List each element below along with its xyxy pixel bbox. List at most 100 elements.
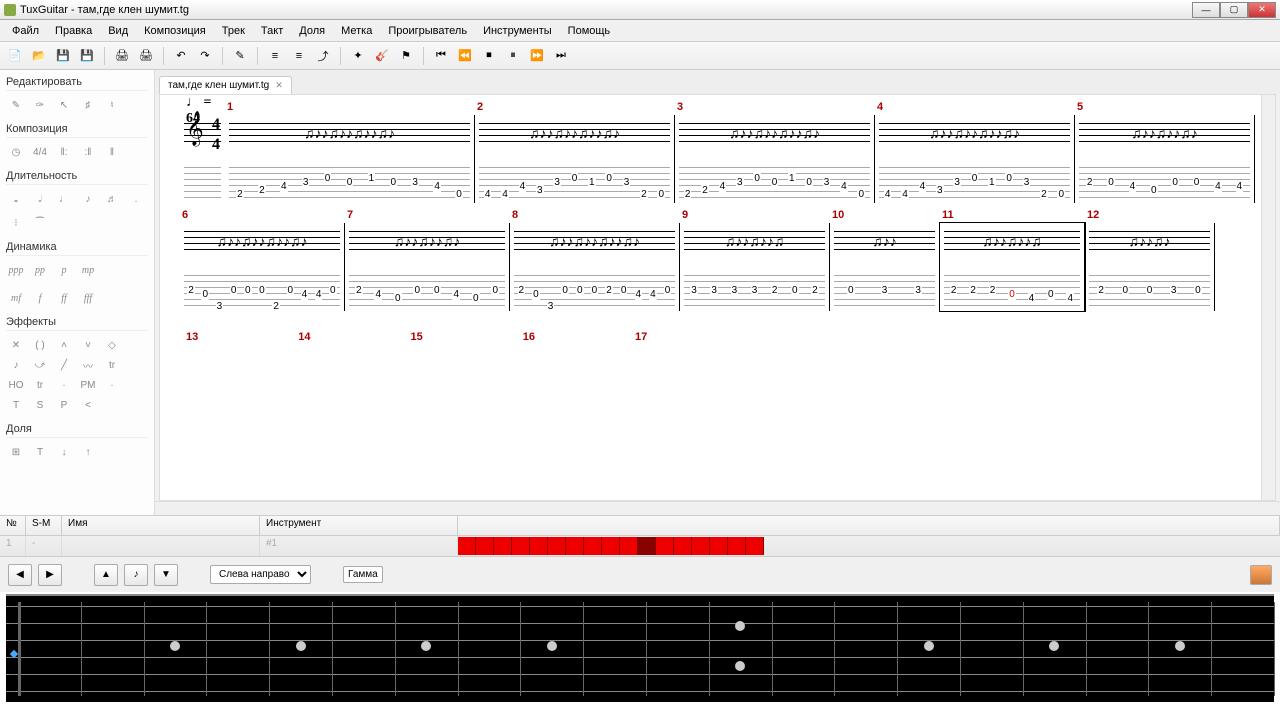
menu-file[interactable]: Файл <box>4 23 47 39</box>
fx-misc[interactable]: · <box>102 375 122 395</box>
player-stop-icon[interactable]: ⏹ <box>478 45 500 67</box>
beat-text-icon[interactable]: T <box>30 442 50 462</box>
th-name[interactable]: Имя <box>62 516 260 535</box>
save-icon[interactable]: 💾 <box>52 45 74 67</box>
progress-cell[interactable] <box>494 537 512 555</box>
player-play-icon[interactable]: ⏩ <box>526 45 548 67</box>
print-preview-icon[interactable]: 🖨 <box>135 45 157 67</box>
menu-tools[interactable]: Инструменты <box>475 23 560 39</box>
measure-3[interactable]: 3♫♪♪♫♪♪♫♪♪♫♪22430010340 <box>675 115 875 203</box>
fx-dead-icon[interactable]: ✕ <box>6 335 26 355</box>
edit-natural-icon[interactable]: ♮ <box>102 95 122 115</box>
progress-cell[interactable] <box>656 537 674 555</box>
fret-next-button[interactable]: ▶ <box>38 564 62 586</box>
dynamic-ppp[interactable]: ppp <box>6 260 26 280</box>
fx-accent-icon[interactable]: ˄ <box>54 335 74 355</box>
horizontal-scrollbar[interactable] <box>155 501 1280 515</box>
comp-repeat-open-icon[interactable]: ‖: <box>54 142 74 162</box>
beat-down-icon[interactable]: ↓ <box>54 442 74 462</box>
progress-cell[interactable] <box>728 537 746 555</box>
voice2-icon[interactable]: ≡ <box>288 45 310 67</box>
comp-repeat-alt-icon[interactable]: ‖ <box>102 142 122 162</box>
player-pause-icon[interactable]: ⏸ <box>502 45 524 67</box>
dynamic-p[interactable]: p <box>54 260 74 280</box>
fx-tr[interactable]: tr <box>30 375 50 395</box>
fx-slide-icon[interactable]: ╱ <box>54 355 74 375</box>
dynamic-mp[interactable]: mp <box>78 260 98 280</box>
dur-half-icon[interactable]: 𝅗𝅥 <box>30 189 50 209</box>
dur-dotted-icon[interactable]: . <box>126 189 146 209</box>
fx-harmonic-icon[interactable]: ◇ <box>102 335 122 355</box>
menu-view[interactable]: Вид <box>100 23 136 39</box>
fretboard[interactable] <box>6 594 1274 702</box>
measure-1[interactable]: 1♫♪♪♫♪♪♫♪♪♫♪22430010340 <box>225 115 475 203</box>
fx-HO[interactable]: HO <box>6 375 26 395</box>
measure-10[interactable]: 10♫♪♪033 <box>830 223 940 311</box>
player-prev-icon[interactable]: ⏪ <box>454 45 476 67</box>
dur-tuplet-icon[interactable]: ⁝ <box>6 213 26 233</box>
fx-S[interactable]: S <box>30 395 50 415</box>
measure-8[interactable]: 8♫♪♪♫♪♪♫♪♪♫♪20300020440 <box>510 223 680 311</box>
fx-vibrato-icon[interactable]: 〰 <box>78 355 98 375</box>
menu-player[interactable]: Проигрыватель <box>380 23 475 39</box>
measure-5[interactable]: 5♫♪♪♫♪♪♫♪20400044 <box>1075 115 1255 203</box>
progress-cell[interactable] <box>530 537 548 555</box>
dur-sixteenth-icon[interactable]: ♬ <box>102 189 122 209</box>
comp-repeat-close-icon[interactable]: :‖ <box>78 142 98 162</box>
edit-icon-1[interactable]: ✎ <box>6 95 26 115</box>
direction-select[interactable]: Слева направо <box>210 565 311 584</box>
fret-prev-button[interactable]: ◀ <box>8 564 32 586</box>
progress-cell[interactable] <box>674 537 692 555</box>
comp-timesig-icon[interactable]: 4/4 <box>30 142 50 162</box>
menu-beat[interactable]: Доля <box>291 23 333 39</box>
measure-12[interactable]: 12♫♪♪♫♪20030 <box>1085 223 1215 311</box>
track-row[interactable]: 1 - #1 <box>0 536 1280 556</box>
tab-close-icon[interactable]: ✕ <box>275 80 283 91</box>
maximize-button[interactable]: ▢ <box>1220 2 1248 18</box>
progress-cell[interactable] <box>566 537 584 555</box>
color-tool-button[interactable] <box>1250 565 1272 585</box>
redo-icon[interactable]: ↷ <box>194 45 216 67</box>
dur-whole-icon[interactable]: 𝅝 <box>6 189 26 209</box>
tool-guitar-icon[interactable]: 🎸 <box>371 45 393 67</box>
player-last-icon[interactable]: ⏭ <box>550 45 572 67</box>
player-first-icon[interactable]: ⏮ <box>430 45 452 67</box>
fx-grace-icon[interactable]: ♪ <box>6 355 26 375</box>
menu-measure[interactable]: Такт <box>253 23 291 39</box>
progress-cell[interactable] <box>746 537 764 555</box>
menu-help[interactable]: Помощь <box>560 23 619 39</box>
tool-wand-icon[interactable]: ✦ <box>347 45 369 67</box>
dur-tie-icon[interactable]: ⁀ <box>30 213 50 233</box>
th-sm[interactable]: S-M <box>26 516 62 535</box>
progress-cell[interactable] <box>710 537 728 555</box>
voice3-icon[interactable]: ⤴ <box>312 45 334 67</box>
tool-flag-icon[interactable]: ⚑ <box>395 45 417 67</box>
menu-marker[interactable]: Метка <box>333 23 380 39</box>
track-progress[interactable] <box>458 536 1280 556</box>
dynamic-pp[interactable]: pp <box>30 260 50 280</box>
fx-PM[interactable]: PM <box>78 375 98 395</box>
undo-icon[interactable]: ↶ <box>170 45 192 67</box>
dynamic-fff[interactable]: fff <box>78 288 98 308</box>
fret-up-button[interactable]: ▲ <box>94 564 118 586</box>
score-viewport[interactable]: ♩ = 64𝄞441♫♪♪♫♪♪♫♪♪♫♪224300103402♫♪♪♫♪♪♫… <box>159 94 1276 501</box>
edit-sharp-icon[interactable]: ♯ <box>78 95 98 115</box>
dur-quarter-icon[interactable]: ♩ <box>54 189 74 209</box>
voice1-icon[interactable]: ≡ <box>264 45 286 67</box>
fx-heavy-icon[interactable]: ˅ <box>78 335 98 355</box>
measure-4[interactable]: 4♫♪♪♫♪♪♫♪♪♫♪44433010320 <box>875 115 1075 203</box>
fx-ghost-icon[interactable]: ( ) <box>30 335 50 355</box>
fret-down-button[interactable]: ▼ <box>154 564 178 586</box>
menu-edit[interactable]: Правка <box>47 23 100 39</box>
minimize-button[interactable]: — <box>1192 2 1220 18</box>
fx-bend-icon[interactable]: ⤻ <box>30 355 50 375</box>
gamma-button[interactable]: Гамма <box>343 566 383 583</box>
fx-T[interactable]: T <box>6 395 26 415</box>
progress-cell[interactable] <box>692 537 710 555</box>
th-instrument[interactable]: Инструмент <box>260 516 458 535</box>
print-icon[interactable]: 🖨 <box>111 45 133 67</box>
measure-9[interactable]: 9♫♪♪♫♪♪♫3333202 <box>680 223 830 311</box>
th-num[interactable]: № <box>0 516 26 535</box>
progress-cell[interactable] <box>602 537 620 555</box>
edit-mode-icon[interactable]: ✎ <box>229 45 251 67</box>
